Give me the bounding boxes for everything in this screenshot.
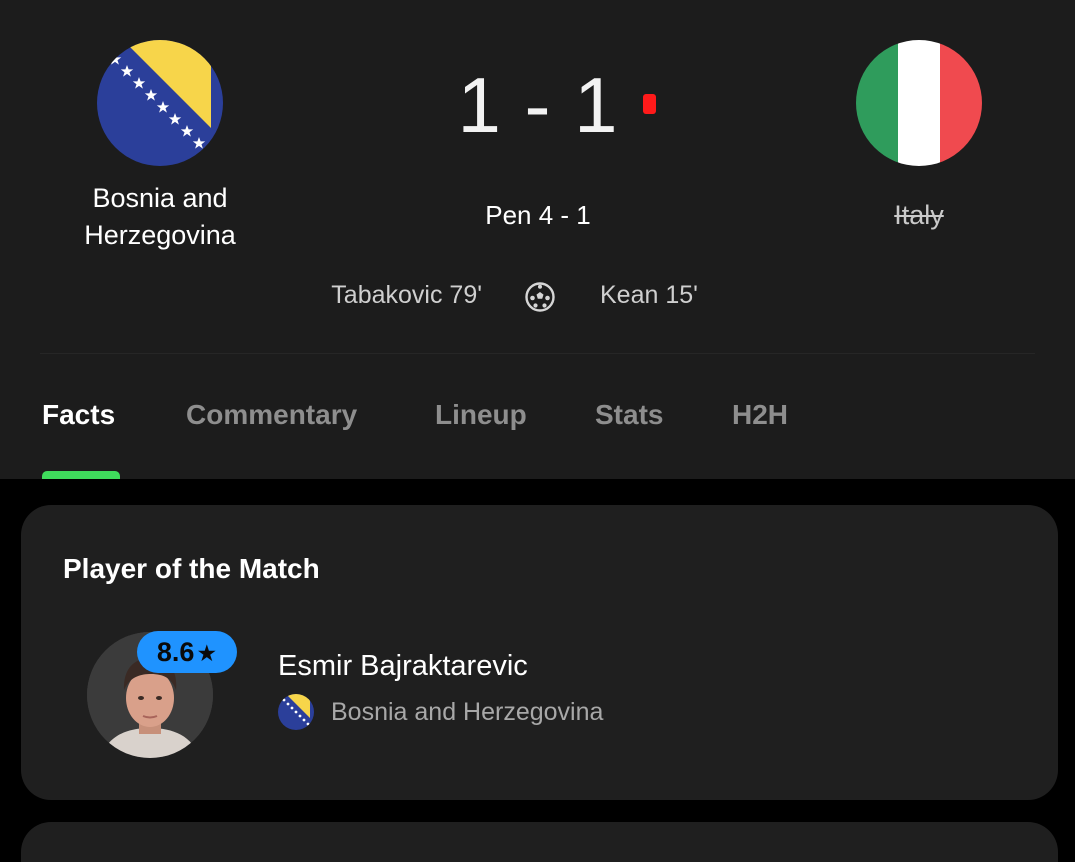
soccer-ball-icon <box>525 282 555 312</box>
star-icon: ★ <box>196 640 218 666</box>
match-tabs: Facts Commentary Lineup Stats H2H <box>0 393 1075 439</box>
away-team[interactable]: Italy <box>799 40 1039 234</box>
tab-facts[interactable]: Facts <box>42 393 115 437</box>
tab-h2h[interactable]: H2H <box>732 393 788 437</box>
match-score: 1 - 1 <box>457 61 619 149</box>
penalty-score: Pen 4 - 1 <box>485 200 591 230</box>
home-team-name: Bosnia and Herzegovina <box>84 183 236 250</box>
player-rating-badge: 8.6★ <box>137 631 237 673</box>
player-name[interactable]: Esmir Bajraktarevic <box>278 646 528 686</box>
active-tab-indicator <box>42 471 120 479</box>
away-goal-scorers: Kean 15' <box>600 281 698 309</box>
bosnia-flag-icon <box>278 694 314 730</box>
away-team-name: Italy <box>894 200 944 230</box>
home-team[interactable]: Bosnia and Herzegovina <box>40 40 280 254</box>
italy-flag-icon <box>856 40 982 166</box>
next-card <box>21 822 1058 862</box>
match-header: Bosnia and Herzegovina 1 - 1 Pen 4 - 1 I… <box>0 0 1075 479</box>
tab-commentary[interactable]: Commentary <box>186 393 357 437</box>
tab-lineup[interactable]: Lineup <box>435 393 527 437</box>
bosnia-flag-icon <box>97 40 223 166</box>
player-team-name: Bosnia and Herzegovina <box>331 698 604 726</box>
player-of-the-match-card[interactable]: Player of the Match 8.6★ Esmir Bajraktar… <box>21 505 1058 800</box>
header-divider <box>40 353 1035 354</box>
home-goal-scorers: Tabakovic 79' <box>331 281 482 309</box>
red-card-indicator <box>643 94 656 114</box>
card-title: Player of the Match <box>63 553 320 584</box>
player-rating-value: 8.6 <box>156 637 195 667</box>
tab-stats[interactable]: Stats <box>595 393 663 437</box>
